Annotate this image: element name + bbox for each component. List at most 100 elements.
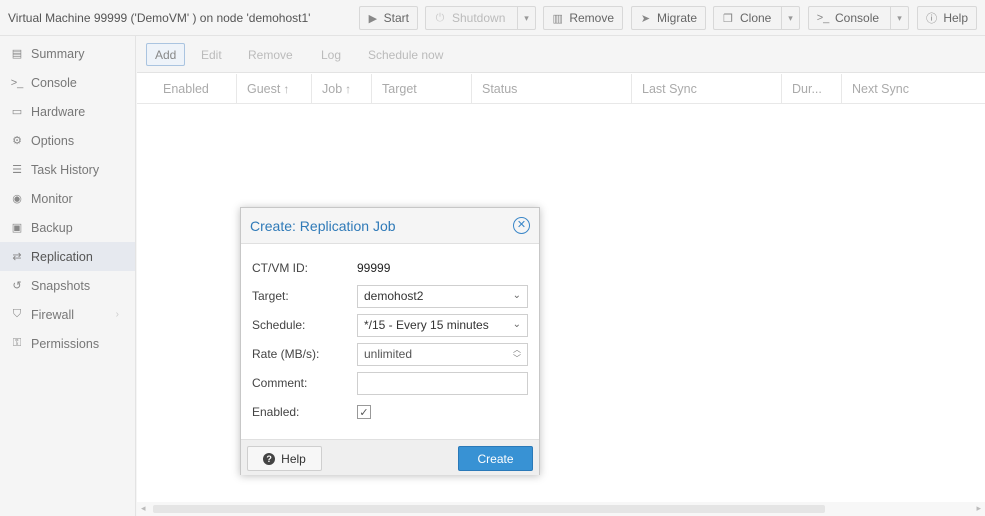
- horizontal-scrollbar[interactable]: ◂ ▸: [137, 502, 985, 516]
- gear-icon: ⚙: [12, 135, 22, 147]
- trash-icon: ▥: [552, 12, 563, 25]
- log-button[interactable]: Log: [312, 43, 350, 66]
- column-target[interactable]: Target: [372, 74, 472, 104]
- scroll-left-icon[interactable]: ◂: [141, 503, 146, 514]
- help-button-label: Help: [943, 11, 968, 25]
- send-icon: ➤: [640, 12, 651, 25]
- scroll-right-icon[interactable]: ▸: [976, 503, 981, 514]
- remove-button[interactable]: Remove: [239, 43, 302, 66]
- book-icon: ▤: [11, 48, 23, 60]
- sidebar-item-options[interactable]: ⚙ Options: [0, 126, 135, 155]
- help-button[interactable]: ⓘ Help: [917, 6, 977, 30]
- target-select[interactable]: demohost2 ⌄: [357, 284, 528, 308]
- clone-button-label: Clone: [740, 11, 772, 25]
- migrate-button[interactable]: ➤ Migrate: [631, 6, 706, 30]
- sidebar-item-summary[interactable]: ▤ Summary: [0, 39, 135, 68]
- rate-input[interactable]: unlimited ︿ ﹀: [357, 342, 528, 366]
- schedule-select-value: */15 - Every 15 minutes: [364, 318, 489, 332]
- sidebar-item-label: Task History: [31, 162, 100, 177]
- ctvm-id-label: CT/VM ID:: [252, 261, 308, 275]
- comment-input[interactable]: [357, 371, 528, 395]
- sidebar-item-label: Monitor: [31, 191, 73, 206]
- desktop-icon: ▭: [11, 106, 23, 118]
- rate-input-placeholder: unlimited: [364, 347, 413, 361]
- column-job[interactable]: Job ↑: [312, 74, 372, 104]
- start-button[interactable]: ▶ Start: [359, 6, 418, 30]
- unlock-icon: ⚿: [12, 337, 22, 349]
- enabled-label: Enabled:: [252, 405, 300, 419]
- column-enabled[interactable]: Enabled: [153, 74, 237, 104]
- eye-icon: ◉: [12, 193, 22, 205]
- column-last-sync[interactable]: Last Sync: [632, 74, 782, 104]
- shutdown-button[interactable]: ⏻ Shutdown ▾: [425, 6, 536, 30]
- column-next-sync[interactable]: Next Sync: [842, 74, 985, 104]
- sidebar-item-label: Options: [31, 133, 75, 148]
- sidebar-item-hardware[interactable]: ▭ Hardware: [0, 97, 135, 126]
- sidebar-item-snapshots[interactable]: ↺ Snapshots: [0, 271, 135, 300]
- chevron-down-icon[interactable]: ▾: [781, 7, 799, 29]
- shutdown-button-label: Shutdown: [452, 11, 506, 25]
- clone-button[interactable]: ❐ Clone ▾: [713, 6, 800, 30]
- sidebar-item-permissions[interactable]: ⚿ Permissions: [0, 329, 135, 358]
- sidebar-item-label: Summary: [31, 46, 85, 61]
- check-icon: ✓: [359, 406, 369, 419]
- column-label: Job: [322, 82, 343, 96]
- column-label: Status: [482, 82, 518, 96]
- dialog-footer: ? Help Create: [241, 439, 539, 475]
- sidebar-item-label: Firewall: [31, 307, 75, 322]
- column-label: Guest: [247, 82, 281, 96]
- dialog-body: CT/VM ID: 99999 Target: demohost2 ⌄ Sche…: [241, 244, 539, 439]
- schedule-row: Schedule: */15 - Every 15 minutes ⌄: [252, 313, 529, 337]
- clone-icon: ❐: [723, 12, 733, 25]
- ctvm-id-value: 99999: [357, 261, 391, 275]
- close-icon[interactable]: ✕: [513, 217, 530, 234]
- chevron-down-icon[interactable]: ⌄: [513, 290, 521, 301]
- history-icon: ↺: [12, 280, 22, 292]
- dialog-help-button[interactable]: ? Help: [247, 446, 322, 471]
- play-icon: ▶: [368, 12, 378, 25]
- sidebar-item-firewall[interactable]: ⛉ Firewall ›: [0, 300, 135, 329]
- column-status[interactable]: Status: [472, 74, 632, 104]
- remove-vm-button[interactable]: ▥ Remove: [543, 6, 623, 30]
- target-row: Target: demohost2 ⌄: [252, 284, 529, 308]
- sidebar-item-label: Snapshots: [31, 278, 91, 293]
- column-label: Dur...: [792, 82, 822, 96]
- column-guest[interactable]: Guest ↑: [237, 74, 312, 104]
- create-button[interactable]: Create: [458, 446, 533, 471]
- column-label: Last Sync: [642, 82, 697, 96]
- replication-toolbar: Add Edit Remove Log Schedule now: [137, 36, 985, 73]
- edit-button[interactable]: Edit: [192, 43, 231, 66]
- page-title: Virtual Machine 99999 ('DemoVM' ) on nod…: [8, 11, 311, 25]
- sidebar-item-label: Backup: [31, 220, 73, 235]
- sidebar-item-replication[interactable]: ⇄ Replication: [0, 242, 135, 271]
- terminal-icon: >_: [816, 12, 830, 24]
- console-button[interactable]: >_ Console ▾: [808, 6, 909, 30]
- spinner-icon[interactable]: ︿ ﹀: [513, 345, 521, 363]
- start-button-label: Start: [383, 11, 409, 25]
- sidebar-item-console[interactable]: >_ Console: [0, 68, 135, 97]
- top-header-bar: Virtual Machine 99999 ('DemoVM' ) on nod…: [0, 0, 985, 36]
- column-duration[interactable]: Dur...: [782, 74, 842, 104]
- chevron-down-icon[interactable]: ▾: [517, 7, 535, 29]
- chevron-right-icon[interactable]: ›: [116, 309, 119, 320]
- chevron-down-icon[interactable]: ⌄: [513, 319, 521, 330]
- sidebar-item-label: Hardware: [31, 104, 86, 119]
- sidebar-item-label: Console: [31, 75, 77, 90]
- floppy-icon: ▣: [11, 222, 23, 234]
- schedule-select[interactable]: */15 - Every 15 minutes ⌄: [357, 313, 528, 337]
- schedule-now-button[interactable]: Schedule now: [359, 43, 452, 66]
- scrollbar-thumb[interactable]: [153, 505, 825, 513]
- chevron-down-icon[interactable]: ▾: [890, 7, 908, 29]
- column-label: Target: [382, 82, 417, 96]
- column-label: Enabled: [163, 82, 209, 96]
- grid-header: Enabled Guest ↑ Job ↑ Target Status Last S…: [137, 74, 985, 104]
- sidebar-item-task-history[interactable]: ☰ Task History: [0, 155, 135, 184]
- sidebar: ▤ Summary >_ Console ▭ Hardware ⚙ Option…: [0, 36, 136, 516]
- enabled-checkbox[interactable]: ✓: [357, 405, 371, 419]
- migrate-button-label: Migrate: [656, 11, 697, 25]
- sidebar-item-backup[interactable]: ▣ Backup: [0, 213, 135, 242]
- rate-row: Rate (MB/s): unlimited ︿ ﹀: [252, 342, 529, 366]
- sidebar-item-monitor[interactable]: ◉ Monitor: [0, 184, 135, 213]
- comment-row: Comment:: [252, 371, 529, 395]
- add-button[interactable]: Add: [146, 43, 186, 66]
